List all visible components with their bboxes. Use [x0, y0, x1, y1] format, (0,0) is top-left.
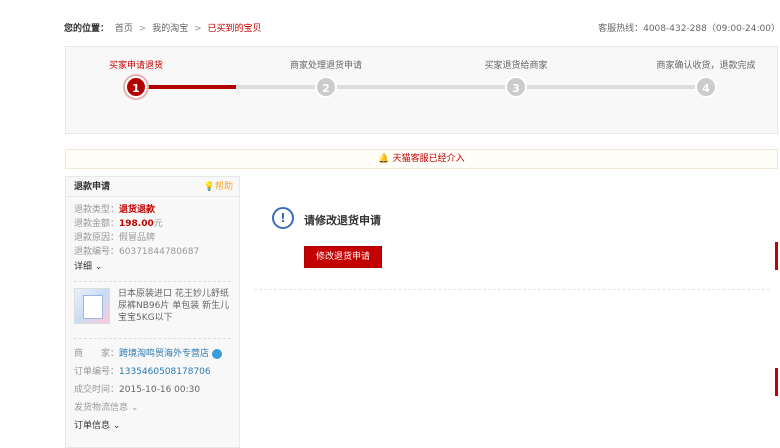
- main-panel: ! 请修改退货申请 修改退货申请: [240, 176, 778, 448]
- product-title[interactable]: 日本原装进口 花王妙儿舒纸尿裤NB96片 单包装 新生儿宝宝5KG以下: [118, 288, 230, 332]
- breadcrumb-separator: >: [194, 24, 202, 34]
- order-info-toggle[interactable]: 订单信息 ⌄: [66, 417, 239, 435]
- progress-track-done: [136, 85, 236, 89]
- breadcrumb-label: 您的位置：: [64, 24, 110, 34]
- product-item: 日本原装进口 花王妙儿舒纸尿裤NB96片 单包装 新生儿宝宝5KG以下: [66, 288, 239, 332]
- refund-number-row: 退款编号：603718447806​87: [66, 245, 239, 259]
- refund-amount-key: 退款金额：: [74, 219, 120, 229]
- shop-key: 商 家：: [74, 349, 120, 359]
- refund-sidebar: 退款申请 💡帮助 退款类型：退货退款 退款金额：198.00元 退款原因：假冒品…: [65, 176, 240, 448]
- order-number-row: 订单编号：1335460508178706: [66, 363, 239, 381]
- refund-type-value: 退货退款: [119, 205, 156, 215]
- shipping-info-label: 发货物流信息: [74, 403, 129, 413]
- sidebar-header: 退款申请 💡帮助: [66, 177, 239, 197]
- chevron-down-icon: ⌄: [112, 421, 121, 431]
- top-bar: 您的位置： 首页 > 我的淘宝 > 已买到的宝贝 客服热线：4008-432-2…: [64, 21, 780, 34]
- refund-type-row: 退款类型：退货退款: [66, 203, 239, 217]
- product-thumbnail[interactable]: [74, 288, 110, 324]
- deal-time-value: 2015-10-16 00:30: [119, 385, 201, 395]
- action-box: ! 请修改退货申请 修改退货申请: [254, 176, 770, 290]
- modify-return-button[interactable]: 修改退货申请: [304, 246, 382, 268]
- refund-amount-row: 退款金额：198.00元: [66, 217, 239, 231]
- breadcrumb-separator: >: [138, 24, 147, 34]
- help-link[interactable]: 💡帮助: [204, 177, 233, 197]
- detail-toggle[interactable]: 详细 ⌄: [66, 259, 239, 275]
- main-title: 请修改退货申请: [304, 214, 381, 227]
- bell-icon: 🔔: [378, 154, 390, 164]
- refund-type-key: 退款类型：: [74, 205, 120, 215]
- sidebar-title: 退款申请: [74, 182, 111, 192]
- service-hotline: 客服热线：4008-432-288（09:00-24:00）: [598, 24, 780, 34]
- side-marker: [775, 368, 778, 396]
- divider: [74, 281, 231, 282]
- package-image: [83, 295, 103, 319]
- step-circle-2: 2: [315, 76, 337, 98]
- side-marker: [775, 242, 778, 270]
- notice-bar: 🔔 天猫客服已经介入: [65, 149, 778, 169]
- chevron-down-icon: ⌄: [94, 262, 103, 272]
- exclamation-icon: !: [272, 207, 294, 229]
- refund-number-key: 退款编号：: [74, 247, 120, 257]
- step-circle-1: 1: [125, 76, 147, 98]
- refund-reason-row: 退款原因：假冒品牌: [66, 231, 239, 245]
- breadcrumb-home[interactable]: 首页: [115, 24, 133, 34]
- refund-reason-key: 退款原因：: [74, 233, 120, 243]
- wangwang-icon[interactable]: [212, 348, 223, 359]
- step-label-4: 商家确认收货，退款完成: [656, 61, 756, 71]
- step-label-3: 买家退货给商家: [484, 61, 548, 71]
- detail-label: 详细: [74, 262, 93, 272]
- refund-amount-unit: 元: [153, 219, 163, 229]
- chevron-down-icon: ⌄: [130, 403, 139, 413]
- breadcrumb-current[interactable]: 已买到的宝贝: [208, 24, 262, 34]
- shop-row: 商 家：跨境淘鸣贸海外专营店: [66, 345, 239, 363]
- divider: [74, 338, 231, 339]
- refund-number-value: 603718447806​87: [119, 247, 200, 257]
- progress-steps: 买家申请退货 商家处理退货申请 买家退货给商家 商家确认收货，退款完成 1 2 …: [65, 46, 778, 134]
- notice-text: 天猫客服已经介入: [392, 154, 465, 164]
- step-label-1: 买家申请退货: [108, 61, 164, 71]
- lightbulb-icon: 💡: [203, 182, 215, 192]
- shipping-info-toggle[interactable]: 发货物流信息 ⌄: [66, 399, 239, 417]
- order-key: 订单编号：: [74, 367, 120, 377]
- step-label-2: 商家处理退货申请: [289, 61, 363, 71]
- deal-time-key: 成交时间：: [74, 385, 120, 395]
- step-circle-4: 4: [695, 76, 717, 98]
- step-circle-3: 3: [505, 76, 527, 98]
- refund-reason-value: 假冒品牌: [119, 233, 156, 243]
- shop-link[interactable]: 跨境淘鸣贸海外专营店: [119, 349, 209, 359]
- order-info-label: 订单信息: [74, 421, 111, 431]
- breadcrumb: 您的位置： 首页 > 我的淘宝 > 已买到的宝贝: [64, 21, 265, 34]
- order-number-link[interactable]: 1335460508178706: [119, 367, 211, 377]
- breadcrumb-my-taobao[interactable]: 我的淘宝: [152, 24, 188, 34]
- refund-amount-value: 198.00: [119, 219, 154, 229]
- help-label: 帮助: [214, 182, 233, 192]
- deal-time-row: 成交时间：2015-10-16 00:30: [66, 381, 239, 399]
